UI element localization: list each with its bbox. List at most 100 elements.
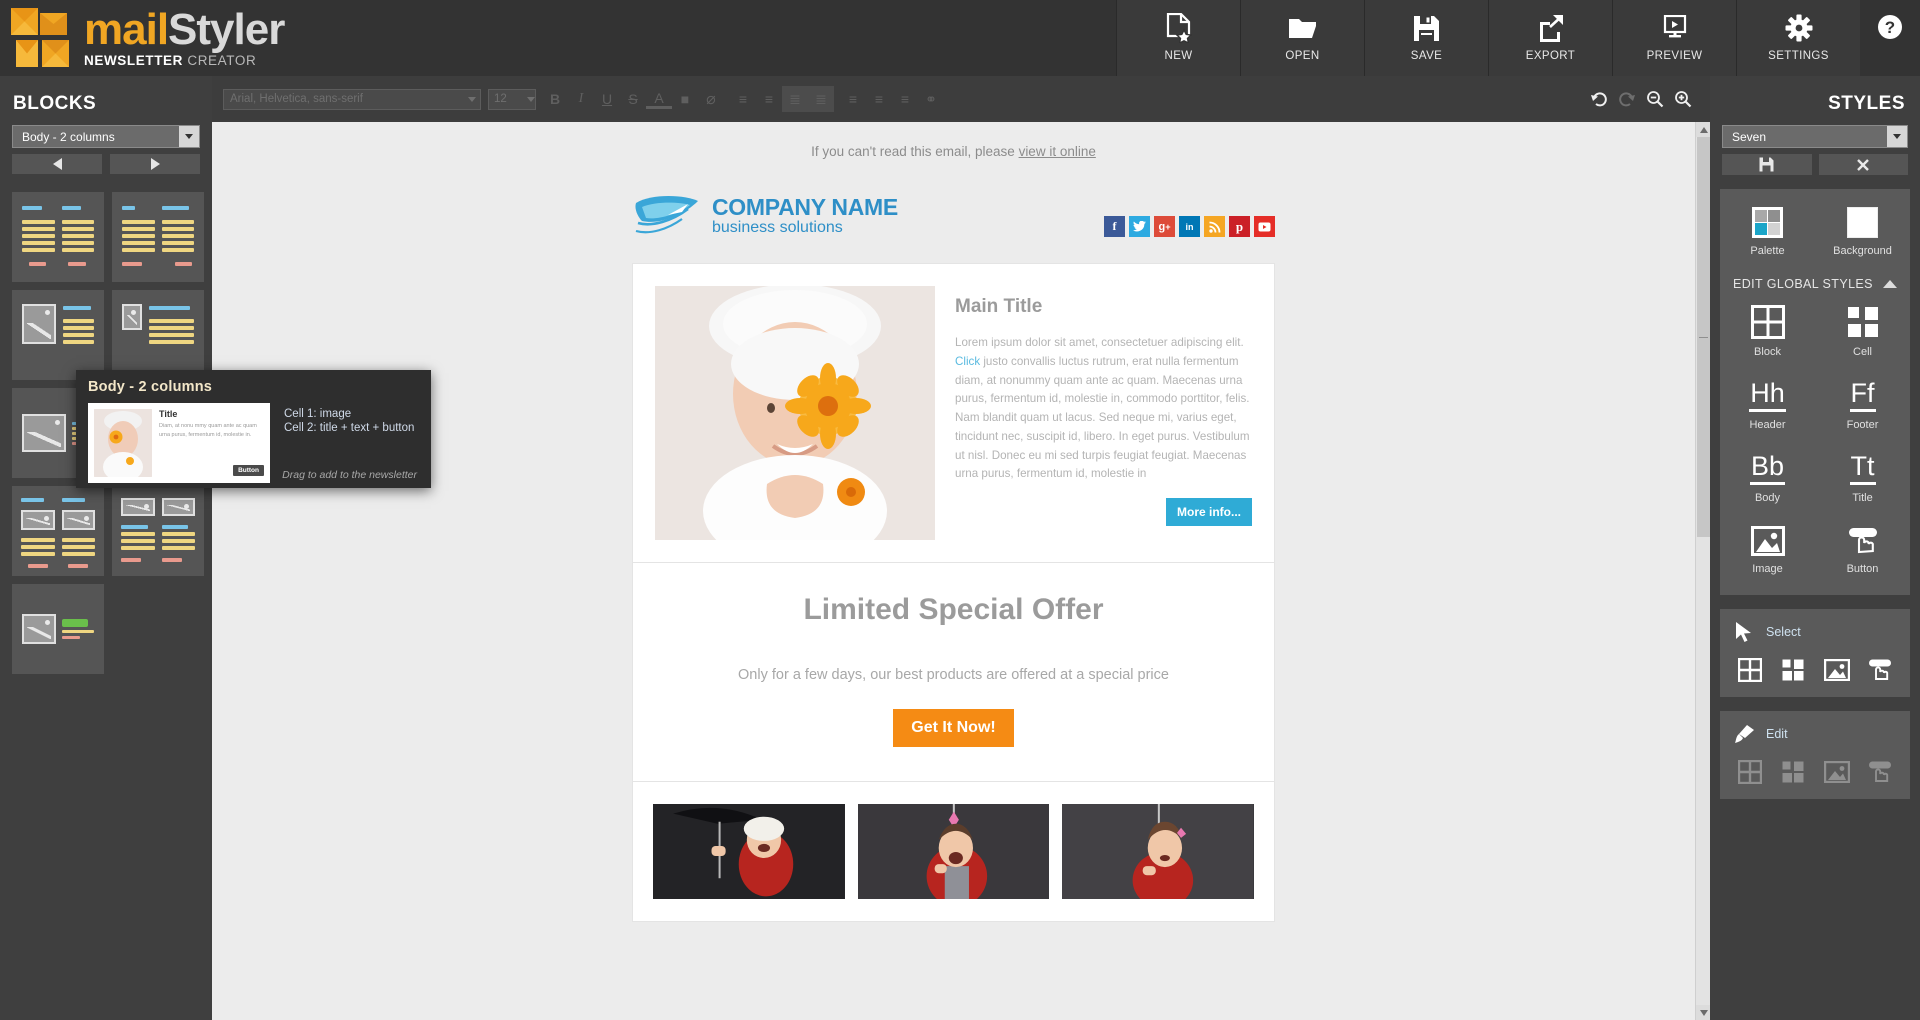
theme-chevron-down-icon[interactable] — [1887, 126, 1907, 147]
open-button-label: OPEN — [1285, 50, 1319, 62]
floppy-disk-icon — [1413, 10, 1440, 46]
googleplus-icon[interactable]: g+ — [1154, 216, 1175, 237]
strikethrough-button[interactable]: S — [620, 86, 646, 112]
block-thumb-two-column-text-alt[interactable] — [112, 192, 204, 282]
background-label: Background — [1833, 245, 1892, 257]
global-style-header-label: Header — [1749, 419, 1785, 431]
styles-panel-title: STYLES — [1710, 76, 1920, 125]
settings-button[interactable]: SETTINGS — [1736, 0, 1860, 76]
zoom-out-button[interactable] — [1642, 86, 1668, 112]
edit-global-styles-header[interactable]: EDIT GLOBAL STYLES — [1720, 263, 1910, 299]
bullet-list-button[interactable]: ≣ — [782, 86, 808, 112]
logo-sub-creator: CREATOR — [187, 53, 256, 68]
scroll-up-button[interactable] — [1696, 122, 1710, 137]
save-button-label: SAVE — [1411, 50, 1442, 62]
select-cell-icon[interactable] — [1778, 655, 1808, 685]
newsletter-canvas[interactable]: If you can't read this email, please vie… — [212, 122, 1710, 1020]
facebook-icon[interactable]: f — [1104, 216, 1125, 237]
scroll-down-button[interactable] — [1696, 1005, 1710, 1020]
preview-button[interactable]: PREVIEW — [1612, 0, 1736, 76]
block-thumb-image-with-badge[interactable] — [12, 584, 104, 674]
linkedin-icon[interactable]: in — [1179, 216, 1200, 237]
view-online-link[interactable]: view it online — [1019, 144, 1096, 159]
help-button[interactable]: ? — [1860, 0, 1920, 76]
main-photo[interactable] — [655, 286, 935, 540]
global-style-header[interactable]: Hh Header — [1720, 374, 1815, 437]
theme-dropdown[interactable]: Seven — [1722, 125, 1908, 148]
font-size-select[interactable]: 12 — [488, 89, 536, 110]
numbered-list-button[interactable]: ≣ — [808, 86, 834, 112]
pinterest-icon[interactable]: p — [1229, 216, 1250, 237]
scrollbar-thumb[interactable] — [1697, 137, 1710, 537]
global-style-cell[interactable]: Cell — [1815, 299, 1910, 364]
save-button[interactable]: SAVE — [1364, 0, 1488, 76]
new-button[interactable]: NEW — [1116, 0, 1240, 76]
block-thumb-small-image-left-text-right[interactable] — [112, 290, 204, 380]
remove-format-button[interactable]: ⌀ — [698, 86, 724, 112]
gallery-photo-3[interactable] — [1062, 804, 1254, 899]
zoom-in-button[interactable] — [1670, 86, 1696, 112]
blocks-next-button[interactable] — [110, 154, 200, 174]
help-question-icon: ? — [1877, 14, 1903, 40]
decrease-indent-button[interactable]: ≡ — [730, 86, 756, 112]
offer-subtitle[interactable]: Only for a few days, our best products a… — [653, 667, 1254, 683]
blocks-panel: BLOCKS Body - 2 columns — [0, 76, 212, 1020]
block-thumb-image-left-text-right[interactable] — [12, 290, 104, 380]
new-button-label: NEW — [1164, 50, 1192, 62]
global-style-footer[interactable]: Ff Footer — [1815, 374, 1910, 437]
open-button[interactable]: OPEN — [1240, 0, 1364, 76]
select-image-icon[interactable] — [1822, 655, 1852, 685]
blocks-prev-button[interactable] — [12, 154, 102, 174]
align-left-button[interactable]: ≡ — [840, 86, 866, 112]
global-style-title[interactable]: Tt Title — [1815, 447, 1910, 510]
preview-button-label: PREVIEW — [1647, 50, 1703, 62]
offer-block[interactable]: Limited Special Offer Only for a few day… — [633, 562, 1274, 781]
block-thumb-two-image-columns[interactable] — [112, 486, 204, 576]
offer-title[interactable]: Limited Special Offer — [653, 593, 1254, 627]
main-block[interactable]: Main Title Lorem ipsum dolor sit amet, c… — [633, 264, 1274, 562]
select-block-icon[interactable] — [1735, 655, 1765, 685]
main-title[interactable]: Main Title — [955, 296, 1252, 318]
underline-button[interactable]: U — [594, 86, 620, 112]
main-paragraph-link[interactable]: Click — [955, 355, 980, 368]
text-color-button[interactable]: A — [646, 89, 672, 109]
newsletter-body: Main Title Lorem ipsum dolor sit amet, c… — [632, 263, 1275, 922]
get-it-now-button[interactable]: Get It Now! — [893, 709, 1013, 747]
background-color-button[interactable]: ■ — [672, 86, 698, 112]
select-button-icon[interactable] — [1865, 655, 1895, 685]
insert-link-button[interactable]: ⚭ — [918, 86, 944, 112]
block-category-dropdown[interactable]: Body - 2 columns — [12, 125, 200, 148]
main-paragraph[interactable]: Lorem ipsum dolor sit amet, consectetuer… — [955, 334, 1252, 484]
close-theme-button[interactable] — [1819, 154, 1909, 175]
gallery-photo-2[interactable] — [858, 804, 1050, 899]
gallery-photo-1[interactable] — [653, 804, 845, 899]
block-thumb-two-image-two-text[interactable] — [12, 486, 104, 576]
more-info-button[interactable]: More info... — [1166, 498, 1252, 526]
canvas-scrollbar[interactable] — [1695, 122, 1710, 1020]
save-theme-button[interactable] — [1722, 154, 1812, 175]
increase-indent-button[interactable]: ≡ — [756, 86, 782, 112]
italic-button[interactable]: I — [568, 86, 594, 112]
palette-button[interactable]: Palette — [1720, 201, 1815, 263]
background-button[interactable]: Background — [1815, 201, 1910, 263]
global-style-image[interactable]: Image — [1720, 520, 1815, 581]
global-style-body[interactable]: Bb Body — [1720, 447, 1815, 510]
chevron-down-icon[interactable] — [179, 126, 199, 147]
gallery-block[interactable] — [633, 781, 1274, 921]
youtube-icon[interactable] — [1254, 216, 1275, 237]
bold-button[interactable]: B — [542, 86, 568, 112]
export-button[interactable]: EXPORT — [1488, 0, 1612, 76]
align-center-button[interactable]: ≡ — [866, 86, 892, 112]
undo-button[interactable] — [1586, 86, 1612, 112]
palette-swatch-icon — [1752, 207, 1783, 238]
global-style-button[interactable]: Button — [1815, 520, 1910, 581]
toolbar-button-group: NEW OPEN SAVE — [1116, 0, 1860, 76]
global-style-block[interactable]: Block — [1720, 299, 1815, 364]
block-category-value: Body - 2 columns — [13, 130, 179, 144]
export-button-label: EXPORT — [1526, 50, 1575, 62]
align-right-button[interactable]: ≡ — [892, 86, 918, 112]
font-family-select[interactable]: Arial, Helvetica, sans-serif — [223, 89, 481, 110]
twitter-icon[interactable] — [1129, 216, 1150, 237]
rss-icon[interactable] — [1204, 216, 1225, 237]
block-thumb-two-column-text[interactable] — [12, 192, 104, 282]
